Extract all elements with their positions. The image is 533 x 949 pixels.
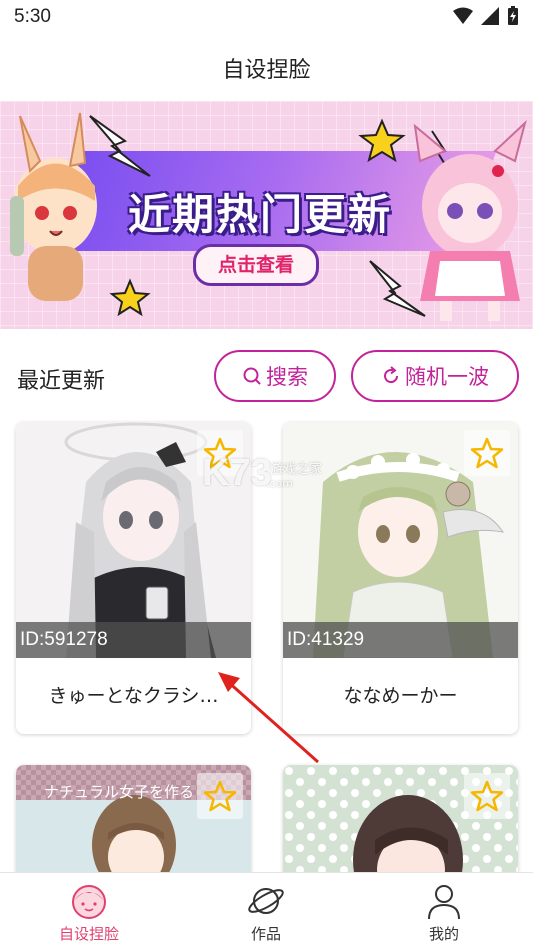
character-card[interactable]: ナチュラル女子を作る: [16, 765, 251, 885]
nav-label: 作品: [250, 925, 281, 943]
search-button[interactable]: 搜索: [214, 350, 336, 402]
nav-item-mine[interactable]: 我的: [384, 873, 504, 949]
user-icon: [428, 885, 460, 920]
banner-view-button[interactable]: 点击查看: [193, 244, 319, 286]
app-bar: 自设捏脸: [0, 36, 533, 100]
random-button-label: 随机一波: [405, 365, 489, 389]
annotation-arrow: [218, 672, 319, 764]
favorite-button[interactable]: [464, 430, 510, 476]
card-caption: ナチュラル女子を作る: [44, 783, 195, 801]
status-bar: 5:30: [0, 0, 533, 36]
wifi-icon: [453, 7, 473, 24]
random-button[interactable]: 随机一波: [351, 350, 519, 402]
card-thumbnail[interactable]: [283, 765, 518, 885]
recent-updates-header: 最近更新 搜索 随机一波: [0, 346, 533, 408]
nav-label: 自设捏脸: [58, 925, 119, 943]
nav-item-face-maker[interactable]: 自设捏脸: [29, 873, 149, 949]
star-icon: [203, 780, 237, 812]
nav-item-works[interactable]: 作品: [206, 873, 326, 949]
character-card[interactable]: [283, 765, 518, 885]
planet-icon: [248, 888, 284, 914]
card-thumbnail[interactable]: ナチュラル女子を作る: [16, 765, 251, 885]
face-icon: [72, 885, 106, 919]
card-id-label: ID:591278: [16, 622, 251, 658]
bottom-navigation: 自设捏脸 作品 我的: [0, 872, 533, 949]
search-icon: [243, 367, 261, 385]
signal-icon: [481, 7, 499, 25]
favorite-button[interactable]: [464, 773, 510, 819]
search-button-label: 搜索: [266, 365, 308, 389]
status-icons: [453, 6, 519, 26]
page-title: 自设捏脸: [222, 58, 311, 83]
battery-icon: [508, 6, 518, 25]
watermark-text: 游戏之家: [270, 462, 323, 477]
status-time: 5:30: [14, 6, 51, 27]
watermark-url: .com: [266, 477, 293, 490]
nav-label: 我的: [428, 925, 459, 943]
section-title: 最近更新: [17, 369, 106, 394]
banner-title: 近期热门更新: [127, 190, 392, 239]
star-icon: [470, 780, 504, 812]
promo-banner[interactable]: 近期热门更新 点击查看: [0, 101, 533, 329]
star-icon: [470, 437, 504, 469]
favorite-button[interactable]: [197, 773, 243, 819]
refresh-icon: [384, 366, 399, 384]
watermark-logo: K73: [202, 452, 272, 494]
card-id-label: ID:41329: [283, 622, 518, 658]
